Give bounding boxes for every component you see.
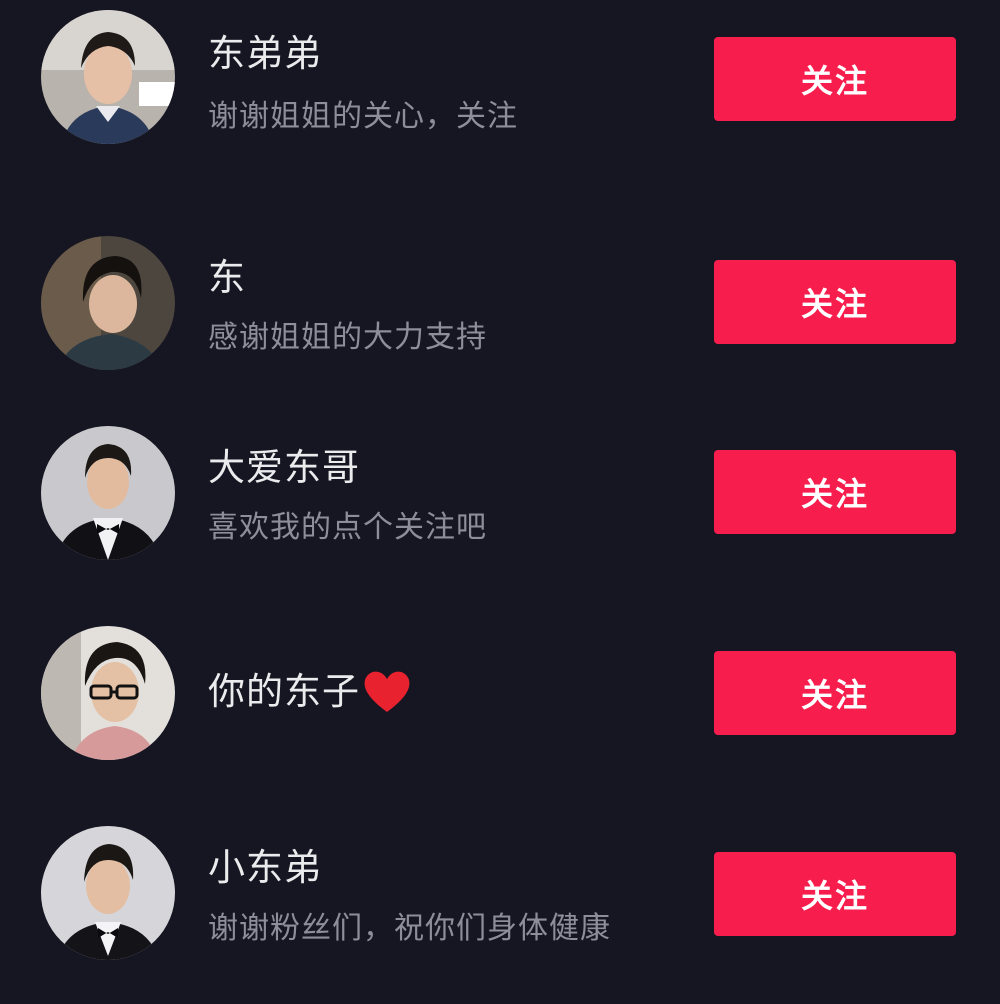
signature: 感谢姐姐的大力支持 — [208, 320, 487, 355]
username-text: 小东弟 — [208, 846, 322, 889]
heart-icon — [364, 671, 410, 712]
avatar-photo-icon — [41, 426, 175, 560]
user-row: 大爱东哥 喜欢我的点个关注吧 关注 — [0, 426, 1000, 566]
follow-button[interactable]: 关注 — [714, 450, 956, 534]
avatar-photo-icon — [41, 826, 175, 960]
follow-button[interactable]: 关注 — [714, 651, 956, 735]
avatar[interactable] — [41, 626, 175, 760]
username-text: 东弟弟 — [208, 32, 322, 75]
user-row: 小东弟 谢谢粉丝们，祝你们身体健康 关注 — [0, 826, 1000, 966]
signature: 喜欢我的点个关注吧 — [208, 510, 487, 545]
signature: 谢谢粉丝们，祝你们身体健康 — [208, 911, 611, 946]
avatar[interactable] — [41, 426, 175, 560]
user-row: 东弟弟 谢谢姐姐的关心，关注 关注 — [0, 10, 1000, 150]
username[interactable]: 大爱东哥 — [208, 446, 360, 490]
avatar-photo-icon — [41, 236, 175, 370]
follow-button[interactable]: 关注 — [714, 260, 956, 344]
username-text: 东 — [208, 256, 246, 299]
username[interactable]: 小东弟 — [208, 846, 322, 890]
avatar-photo-icon — [41, 626, 175, 760]
avatar[interactable] — [41, 236, 175, 370]
avatar-photo-icon — [41, 10, 175, 144]
avatar[interactable] — [41, 10, 175, 144]
follow-button[interactable]: 关注 — [714, 37, 956, 121]
follow-button[interactable]: 关注 — [714, 852, 956, 936]
user-row: 你的东子 关注 — [0, 626, 1000, 766]
username[interactable]: 东 — [208, 256, 246, 300]
username-text: 大爱东哥 — [208, 446, 360, 489]
avatar[interactable] — [41, 826, 175, 960]
signature: 谢谢姐姐的关心，关注 — [208, 99, 518, 134]
username-text: 你的东子 — [208, 670, 360, 713]
user-list: 东弟弟 谢谢姐姐的关心，关注 关注 东 感谢姐姐的大力支持 关注 大爱东哥 喜欢… — [0, 0, 1000, 1004]
user-row: 东 感谢姐姐的大力支持 关注 — [0, 236, 1000, 376]
username[interactable]: 你的东子 — [208, 670, 412, 714]
username[interactable]: 东弟弟 — [208, 32, 322, 76]
